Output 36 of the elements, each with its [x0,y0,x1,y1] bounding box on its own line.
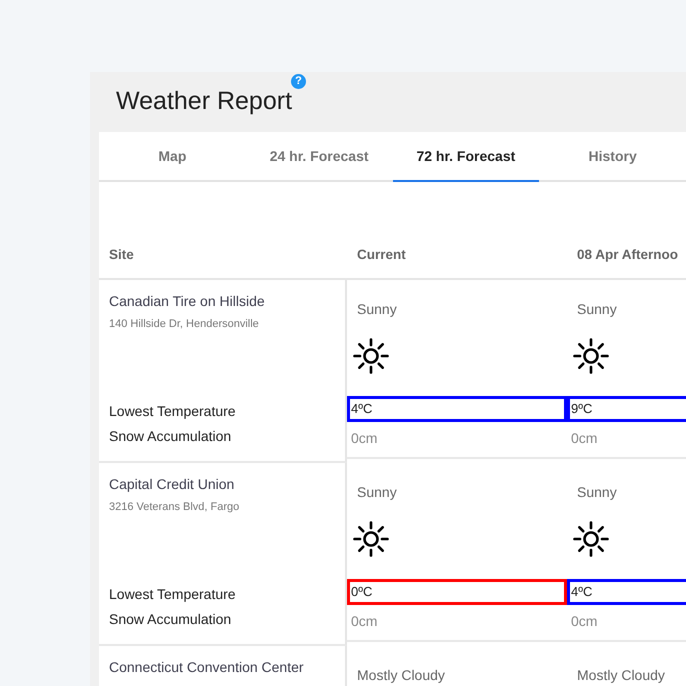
site-name: Capital Credit Union [109,475,236,493]
row-label: Snow Accumulation [109,427,232,446]
tab[interactable]: 72 hr. Forecast [392,132,540,182]
column-header: Site [99,230,347,280]
temperature-value: 4ºC [567,579,686,605]
snow-value: 0cm [570,612,598,630]
column-header: Current [347,230,567,280]
column-header: 08 Apr Afternoo [567,230,686,280]
row-label: Lowest Temperature [109,585,237,604]
row-label: Snow Accumulation [109,610,232,629]
weather-condition: Mostly Cloudy [576,666,665,684]
site-address: 140 Hillside Dr, Hendersonville [109,318,260,330]
weather-condition: Sunny [576,483,617,501]
snow-value: 0cm [350,612,378,630]
weather-condition: Sunny [356,483,397,501]
temperature-value: 4ºC [347,396,567,422]
weather-condition: Mostly Cloudy [356,666,445,684]
tab[interactable]: Map [99,132,246,180]
snow-value: 0cm [350,429,378,447]
sun-icon [353,521,389,557]
site-name: Connecticut Convention Center [109,658,305,676]
window-title: Weather Report [116,87,292,116]
sun-icon [353,338,389,374]
help-icon[interactable]: ? [291,74,306,89]
temperature-value: 0ºC [347,579,567,605]
sun-icon [573,521,609,557]
sun-icon [573,338,609,374]
snow-value: 0cm [570,429,598,447]
site-name: Canadian Tire on Hillside [109,292,266,310]
weather-condition: Sunny [576,300,617,318]
temperature-value: 9ºC [567,396,686,422]
row-label: Lowest Temperature [109,402,237,421]
tab[interactable]: 24 hr. Forecast [246,132,392,180]
weather-condition: Sunny [356,300,397,318]
site-address: 3216 Veterans Blvd, Fargo [109,501,240,513]
tab[interactable]: History [539,132,686,180]
